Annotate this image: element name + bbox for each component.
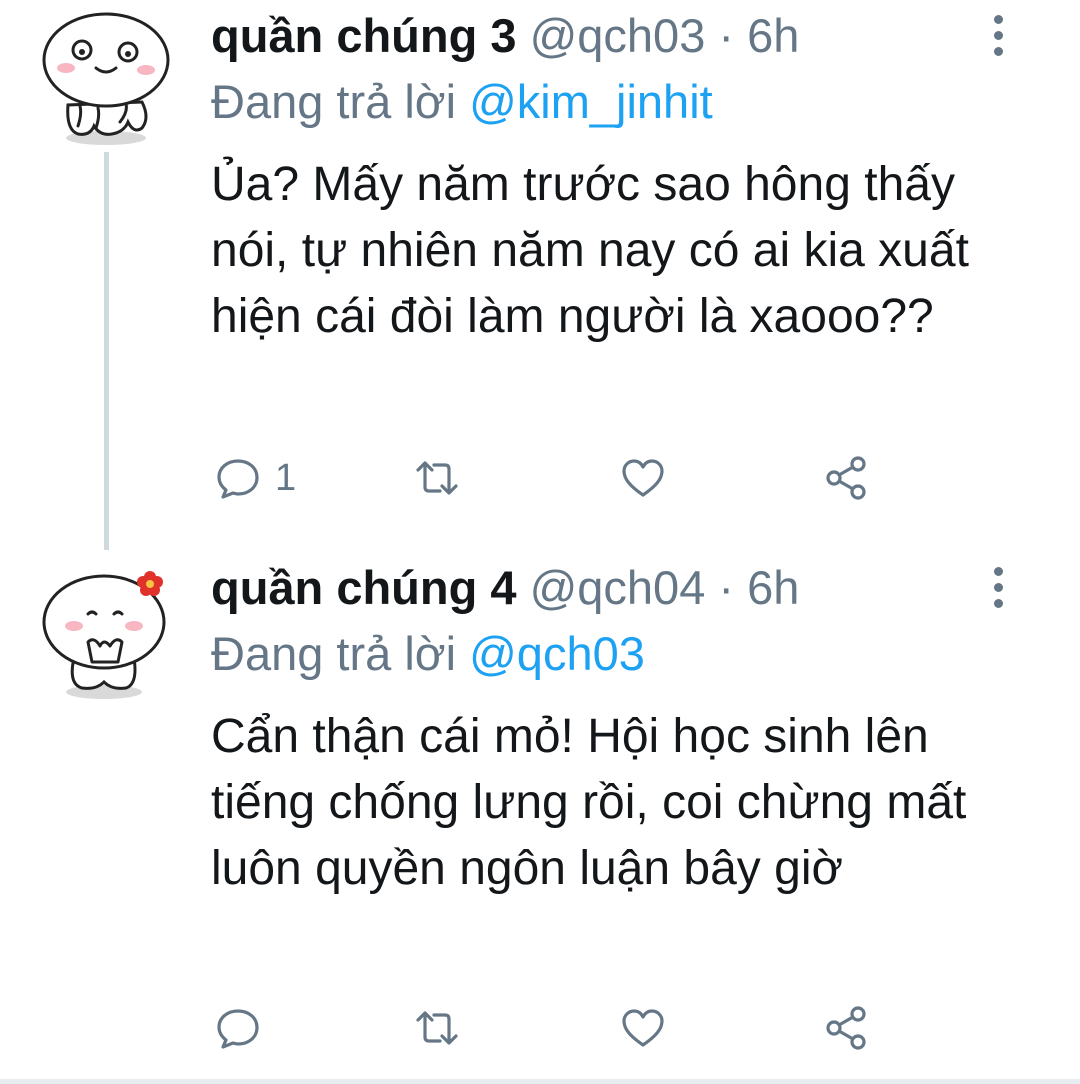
- tweet-header: quần chúng 3 @qch03 · 6h: [211, 6, 1020, 66]
- retweet-button[interactable]: [412, 998, 462, 1058]
- separator-dot: ·: [718, 561, 735, 614]
- avatar[interactable]: [38, 10, 176, 148]
- retweet-button[interactable]: [412, 448, 462, 508]
- display-name[interactable]: quần chúng 4: [211, 561, 517, 614]
- divider: [0, 1079, 1080, 1084]
- tweet[interactable]: quần chúng 4 @qch04 · 6h Đang trả lời @q…: [0, 552, 1080, 1079]
- share-button[interactable]: [822, 448, 872, 508]
- timestamp[interactable]: 6h: [747, 9, 799, 62]
- reply-button[interactable]: 1: [213, 448, 296, 508]
- like-icon: [622, 459, 664, 497]
- reply-icon: [217, 1009, 259, 1049]
- replying-to-label: Đang trả lời: [211, 75, 457, 128]
- tweet-text: Cẩn thận cái mỏ! Hội học sinh lên tiếng …: [211, 710, 967, 895]
- share-icon: [826, 456, 866, 500]
- reply-count: 1: [275, 457, 297, 499]
- user-handle[interactable]: @qch04: [530, 561, 706, 614]
- tweet-actions: 1: [0, 448, 1080, 508]
- separator-dot: ·: [718, 9, 735, 62]
- display-name[interactable]: quần chúng 3: [211, 9, 517, 62]
- reply-button[interactable]: [213, 998, 275, 1058]
- share-button[interactable]: [822, 998, 872, 1058]
- more-options-icon[interactable]: [980, 12, 1016, 58]
- user-handle[interactable]: @qch03: [530, 9, 706, 62]
- mention-link[interactable]: @qch03: [469, 627, 645, 680]
- more-options-icon[interactable]: [980, 564, 1016, 610]
- tweet[interactable]: quần chúng 3 @qch03 · 6h Đang trả lời @k…: [0, 0, 1080, 552]
- tweet-header: quần chúng 4 @qch04 · 6h: [211, 558, 1020, 618]
- tweet-text: Ủa? Mấy năm trước sao hông thấy nói, tự …: [211, 158, 969, 343]
- avatar[interactable]: [38, 566, 176, 704]
- retweet-icon: [416, 1011, 458, 1045]
- mention-link[interactable]: @kim_jinhit: [469, 75, 713, 128]
- bun-character-avatar-icon: [42, 12, 170, 145]
- replying-to-label: Đang trả lời: [211, 627, 457, 680]
- timestamp[interactable]: 6h: [747, 561, 799, 614]
- like-button[interactable]: [618, 448, 668, 508]
- like-button[interactable]: [618, 998, 668, 1058]
- retweet-icon: [416, 461, 458, 495]
- replying-to: Đang trả lời @qch03: [211, 624, 645, 684]
- tweet-actions: [0, 998, 1080, 1058]
- bun-character-flower-avatar-icon: [42, 571, 166, 699]
- like-icon: [622, 1009, 664, 1047]
- share-icon: [826, 1006, 866, 1050]
- reply-icon: [217, 459, 259, 499]
- replying-to: Đang trả lời @kim_jinhit: [211, 72, 713, 132]
